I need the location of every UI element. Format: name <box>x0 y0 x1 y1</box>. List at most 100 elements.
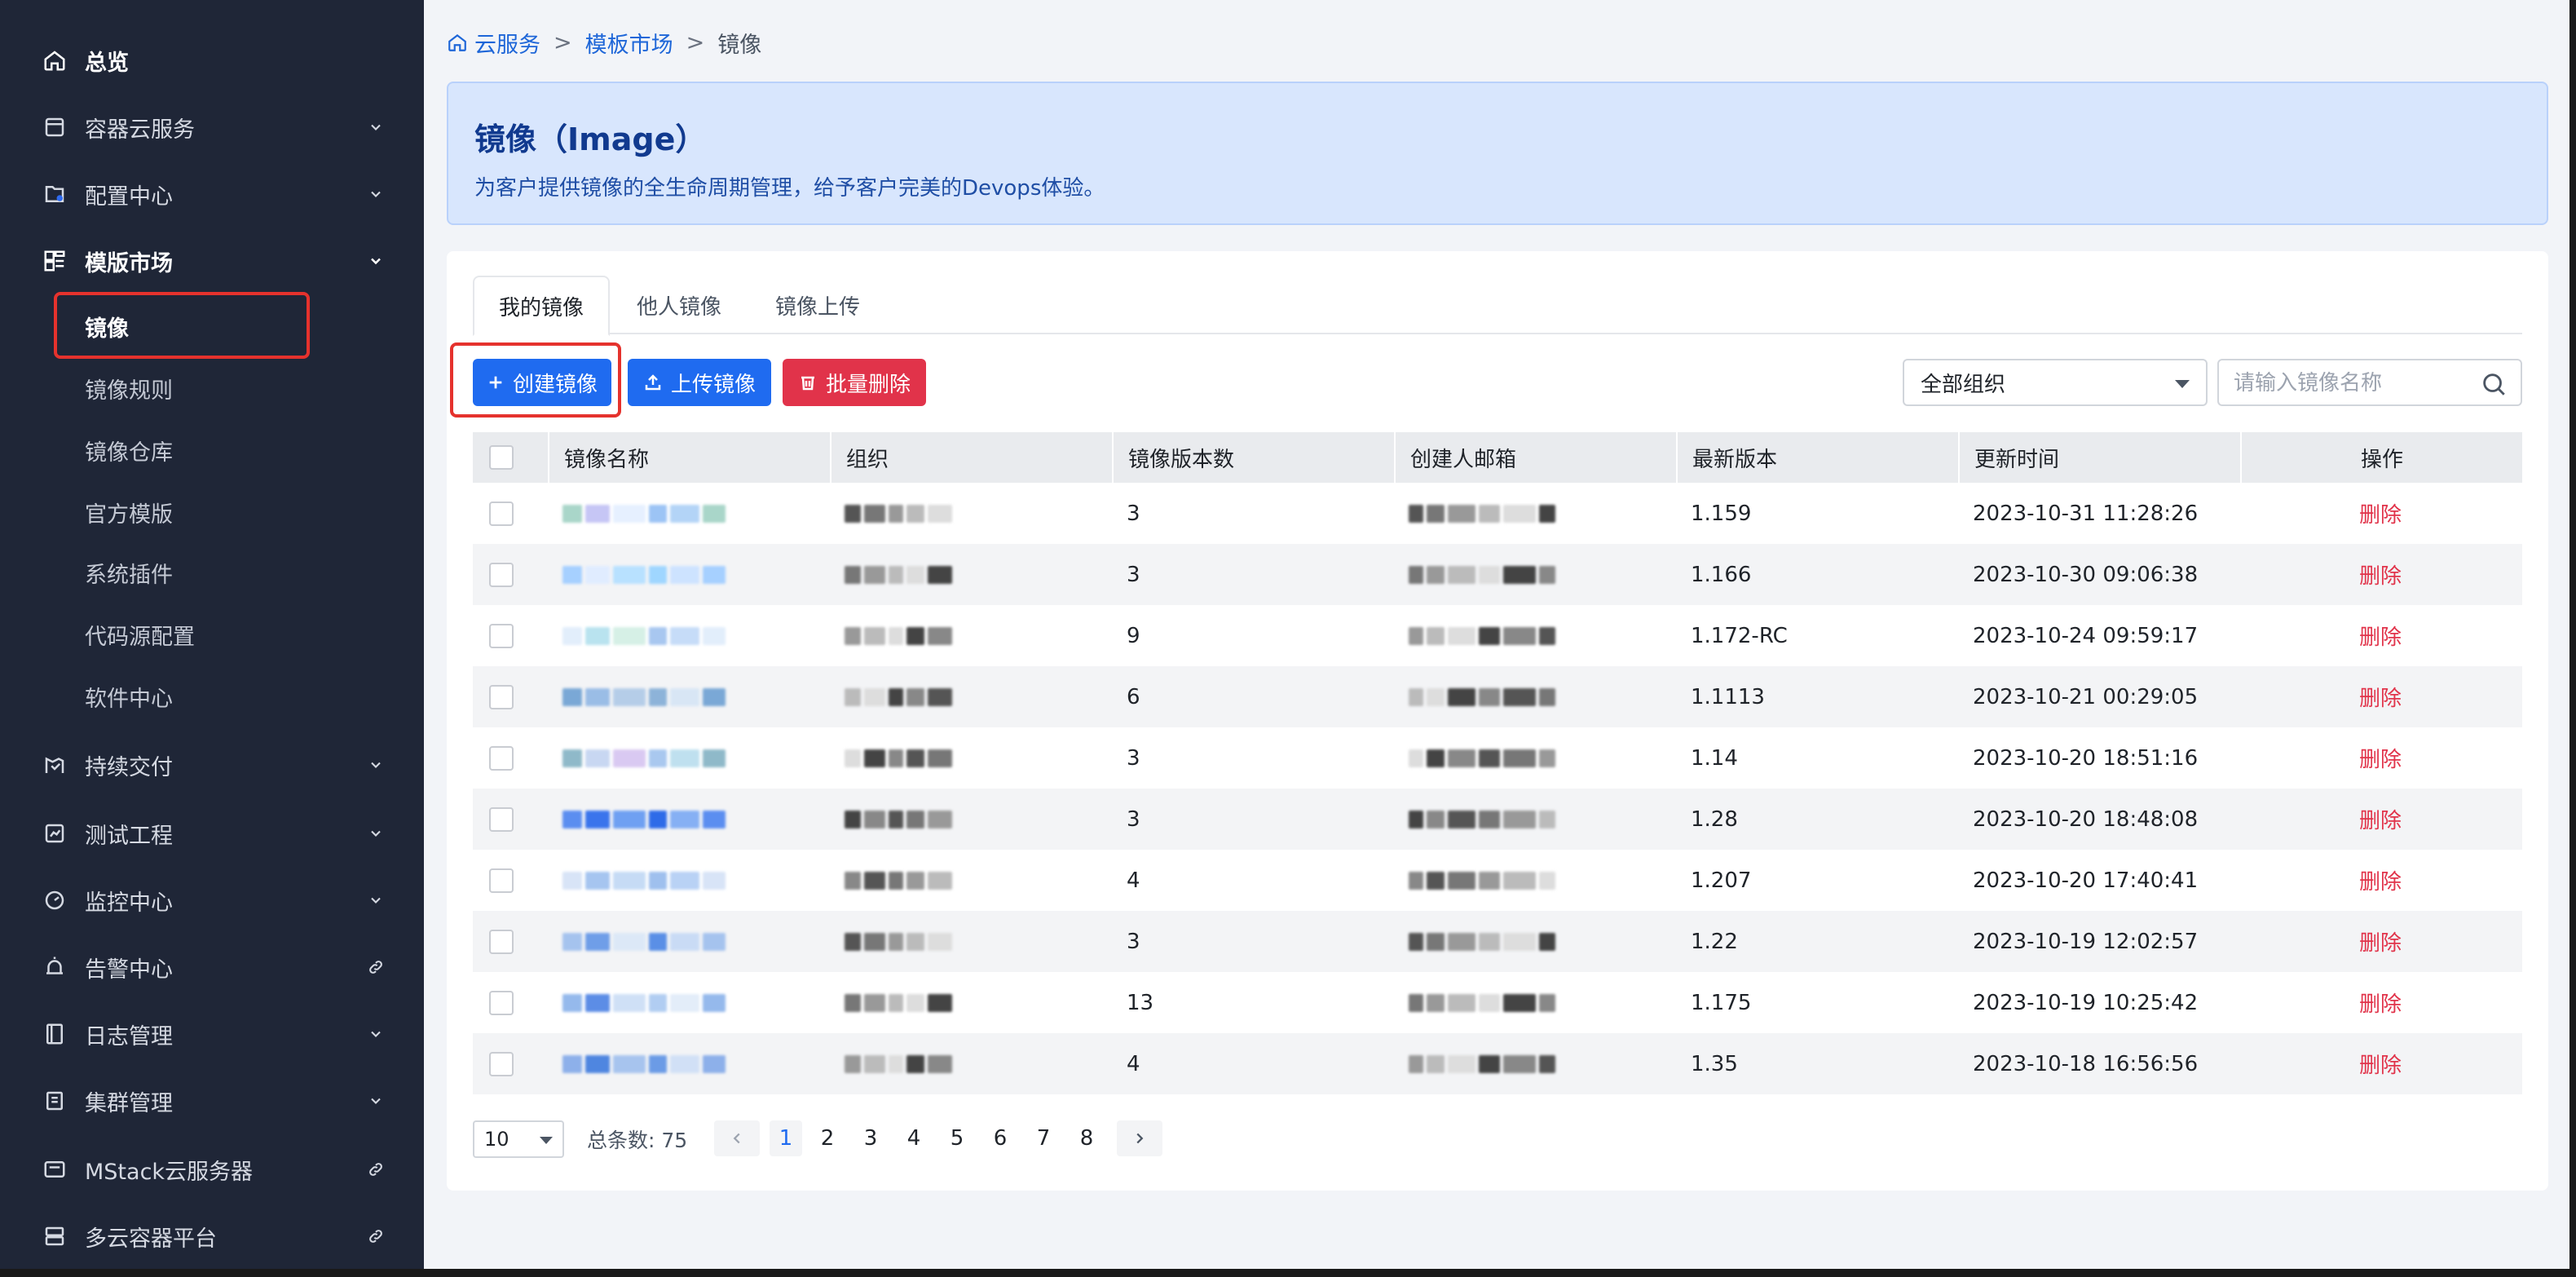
sidebar-item-overview[interactable]: 总览 <box>0 29 424 91</box>
page-number-button[interactable]: 1 <box>770 1120 802 1156</box>
redacted-image-name <box>562 1054 726 1073</box>
creator-email-cell <box>1394 483 1676 544</box>
image-name-cell[interactable] <box>548 850 830 911</box>
image-search-input[interactable] <box>2234 369 2470 398</box>
page-number-button[interactable]: 2 <box>811 1120 844 1156</box>
sidebar-item-mstack[interactable]: MStack云服务器 <box>0 1138 424 1200</box>
image-name-cell[interactable] <box>548 911 830 972</box>
redacted-block <box>1503 565 1536 584</box>
prev-page-button[interactable] <box>714 1120 760 1156</box>
redacted-block <box>703 626 726 645</box>
table-row[interactable]: 4 1.207 2023-10-20 17:40:41 删除 <box>473 850 2522 911</box>
redacted-block <box>649 749 667 767</box>
tab-image-upload[interactable]: 镜像上传 <box>748 276 887 334</box>
image-name-cell[interactable] <box>548 727 830 789</box>
sidebar-item-continuous-delivery[interactable]: 持续交付 <box>0 734 424 796</box>
batch-delete-button[interactable]: 批量删除 <box>783 359 926 406</box>
next-page-button[interactable] <box>1117 1120 1162 1156</box>
delete-link[interactable]: 删除 <box>2359 559 2402 590</box>
image-name-cell[interactable] <box>548 605 830 666</box>
redacted-block <box>1448 565 1475 584</box>
redacted-block <box>613 687 646 706</box>
sidebar-subitem-image-repo[interactable]: 镜像仓库 <box>0 419 424 481</box>
sidebar-subitem-software-center[interactable]: 软件中心 <box>0 665 424 727</box>
sidebar-subitem-image-rules[interactable]: 镜像规则 <box>0 357 424 419</box>
sidebar-item-template-market[interactable]: 模版市场 <box>0 230 424 292</box>
table-row[interactable]: 6 1.1113 2023-10-21 00:29:05 删除 <box>473 666 2522 727</box>
sidebar-subitem-official-templates[interactable]: 官方模版 <box>0 481 424 543</box>
redacted-block <box>613 932 646 951</box>
redacted-block <box>649 687 667 706</box>
table-row[interactable]: 13 1.175 2023-10-19 10:25:42 删除 <box>473 972 2522 1033</box>
redacted-block <box>1448 687 1475 706</box>
sidebar-subitem-system-plugins[interactable]: 系统插件 <box>0 541 424 603</box>
sidebar-item-multicloud[interactable]: 多云容器平台 <box>0 1205 424 1267</box>
creator-email-cell <box>1394 727 1676 789</box>
trash-icon <box>798 373 818 392</box>
row-checkbox[interactable] <box>489 990 514 1015</box>
latest-version: 1.172-RC <box>1691 623 1788 648</box>
delete-link[interactable]: 删除 <box>2359 988 2402 1018</box>
table-row[interactable]: 3 1.14 2023-10-20 18:51:16 删除 <box>473 727 2522 789</box>
delete-link[interactable]: 删除 <box>2359 865 2402 895</box>
page-banner: 镜像（Image） 为客户提供镜像的全生命周期管理，给予客户完美的Devops体… <box>447 82 2548 225</box>
sidebar-item-cluster-management[interactable]: 集群管理 <box>0 1070 424 1132</box>
table-row[interactable]: 9 1.172-RC 2023-10-24 09:59:17 删除 <box>473 605 2522 666</box>
tab-my-images[interactable]: 我的镜像 <box>473 276 610 336</box>
table-row[interactable]: 3 1.159 2023-10-31 11:28:26 删除 <box>473 483 2522 544</box>
image-name-cell[interactable] <box>548 789 830 850</box>
row-checkbox[interactable] <box>489 501 514 526</box>
image-name-cell[interactable] <box>548 544 830 605</box>
row-checkbox[interactable] <box>489 745 514 771</box>
upload-image-button[interactable]: 上传镜像 <box>628 359 771 406</box>
row-checkbox[interactable] <box>489 1051 514 1076</box>
breadcrumb-parent[interactable]: 模板市场 <box>585 27 673 59</box>
page-number-button[interactable]: 7 <box>1027 1120 1060 1156</box>
sidebar-item-config-center[interactable]: 配置中心 <box>0 163 424 225</box>
search-icon[interactable] <box>2480 370 2508 398</box>
action-cell: 删除 <box>2240 483 2522 544</box>
delete-link[interactable]: 删除 <box>2359 1049 2402 1079</box>
delete-link[interactable]: 删除 <box>2359 682 2402 712</box>
table-row[interactable]: 4 1.35 2023-10-18 16:56:56 删除 <box>473 1033 2522 1094</box>
row-checkbox[interactable] <box>489 684 514 709</box>
column-header-updated: 更新时间 <box>1958 432 2240 483</box>
breadcrumb-root[interactable]: 云服务 <box>474 27 540 59</box>
delete-link[interactable]: 删除 <box>2359 926 2402 957</box>
delete-link[interactable]: 删除 <box>2359 804 2402 834</box>
sidebar-item-alarm-center[interactable]: 告警中心 <box>0 936 424 998</box>
sidebar-item-test-engineering[interactable]: 测试工程 <box>0 802 424 864</box>
image-name-cell[interactable] <box>548 483 830 544</box>
sidebar-item-log-management[interactable]: 日志管理 <box>0 1003 424 1065</box>
sidebar-item-monitor-center[interactable]: 监控中心 <box>0 869 424 931</box>
home-icon[interactable] <box>447 32 468 53</box>
row-checkbox[interactable] <box>489 929 514 954</box>
updated-time: 2023-10-20 17:40:41 <box>1973 868 2199 893</box>
delete-link[interactable]: 删除 <box>2359 498 2402 528</box>
row-checkbox[interactable] <box>489 623 514 648</box>
image-search[interactable] <box>2217 359 2522 406</box>
organization-select[interactable]: 全部组织 <box>1903 359 2208 406</box>
image-name-cell[interactable] <box>548 666 830 727</box>
select-all-checkbox[interactable] <box>489 445 514 470</box>
page-number-button[interactable]: 8 <box>1070 1120 1103 1156</box>
page-number-button[interactable]: 3 <box>854 1120 887 1156</box>
redacted-block <box>1539 932 1555 951</box>
image-name-cell[interactable] <box>548 972 830 1033</box>
row-checkbox[interactable] <box>489 562 514 587</box>
delete-link[interactable]: 删除 <box>2359 743 2402 773</box>
row-checkbox[interactable] <box>489 806 514 832</box>
page-size-select[interactable]: 10 <box>473 1120 564 1158</box>
sidebar-subitem-code-source[interactable]: 代码源配置 <box>0 603 424 665</box>
page-number-button[interactable]: 5 <box>941 1120 973 1156</box>
table-row[interactable]: 3 1.28 2023-10-20 18:48:08 删除 <box>473 789 2522 850</box>
table-row[interactable]: 3 1.166 2023-10-30 09:06:38 删除 <box>473 544 2522 605</box>
sidebar-item-container-service[interactable]: 容器云服务 <box>0 96 424 158</box>
table-row[interactable]: 3 1.22 2023-10-19 12:02:57 删除 <box>473 911 2522 972</box>
image-name-cell[interactable] <box>548 1033 830 1094</box>
page-number-button[interactable]: 4 <box>898 1120 930 1156</box>
delete-link[interactable]: 删除 <box>2359 621 2402 651</box>
tab-others-images[interactable]: 他人镜像 <box>610 276 748 334</box>
row-checkbox[interactable] <box>489 868 514 893</box>
page-number-button[interactable]: 6 <box>984 1120 1017 1156</box>
